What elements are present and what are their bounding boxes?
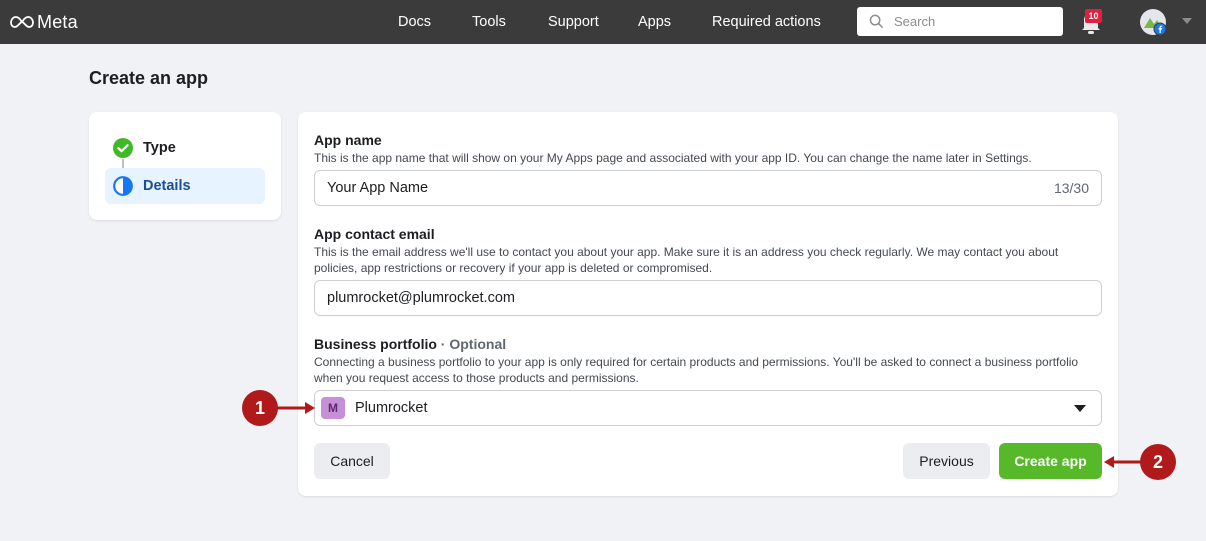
page-title: Create an app [89, 68, 209, 88]
annotation-callout-1: 1 [242, 390, 278, 426]
contact-email-help: This is the email address we'll use to c… [314, 245, 1059, 275]
meta-infinity-icon [10, 16, 34, 28]
contact-email-label: App contact email [314, 226, 435, 242]
business-portfolio-help: Connecting a business portfolio to your … [314, 355, 1079, 385]
half-circle-progress-icon [113, 176, 133, 196]
dropdown-chevron-down-icon [1074, 404, 1086, 412]
steps-panel: Type Details [89, 112, 281, 220]
annotation-arrow-right-icon [277, 402, 315, 414]
annotation-callout-2: 2 [1140, 444, 1176, 480]
contact-email-value: plumrocket@plumrocket.com [327, 290, 515, 306]
nav-tools[interactable]: Tools [472, 0, 506, 44]
nav-required-actions[interactable]: Required actions [712, 0, 821, 44]
app-name-help: This is the app name that will show on y… [314, 151, 1032, 165]
check-circle-icon [113, 138, 133, 158]
nav-support[interactable]: Support [548, 0, 599, 44]
contact-email-input[interactable]: plumrocket@plumrocket.com [314, 280, 1102, 316]
search-box[interactable] [857, 7, 1063, 36]
account-menu-chevron-down-icon[interactable] [1182, 18, 1192, 24]
create-app-form: App name This is the app name that will … [298, 112, 1118, 496]
business-portfolio-value: Plumrocket [355, 400, 428, 416]
portfolio-avatar-badge: M [321, 397, 345, 419]
previous-button[interactable]: Previous [903, 443, 990, 479]
notifications-count-badge: 10 [1085, 9, 1102, 23]
profile-avatar-icon[interactable] [1140, 9, 1166, 35]
cancel-button[interactable]: Cancel [314, 443, 390, 479]
nav-docs[interactable]: Docs [398, 0, 431, 44]
optional-tag: · Optional [440, 336, 507, 352]
business-portfolio-label: Business portfolio · Optional [314, 336, 506, 352]
app-name-character-counter: 13/30 [1053, 180, 1089, 196]
search-input[interactable] [894, 14, 1054, 29]
step-details[interactable]: Details [105, 168, 265, 204]
app-name-label: App name [314, 132, 382, 148]
nav-apps[interactable]: Apps [638, 0, 671, 44]
step-type-label: Type [143, 140, 176, 156]
app-name-input[interactable]: Your App Name 13/30 [314, 170, 1102, 206]
app-name-value: Your App Name [327, 180, 429, 196]
business-portfolio-label-text: Business portfolio [314, 336, 437, 352]
annotation-arrow-left-icon [1104, 456, 1142, 468]
meta-logo[interactable]: Meta [10, 11, 78, 33]
step-type[interactable]: Type [113, 137, 176, 159]
business-portfolio-select[interactable]: M Plumrocket [314, 390, 1102, 426]
step-details-label: Details [143, 178, 191, 194]
search-icon [869, 14, 884, 29]
create-app-button[interactable]: Create app [999, 443, 1102, 479]
logo-text: Meta [37, 11, 78, 32]
top-navigation-bar: Meta Docs Tools Support Apps Required ac… [0, 0, 1206, 44]
